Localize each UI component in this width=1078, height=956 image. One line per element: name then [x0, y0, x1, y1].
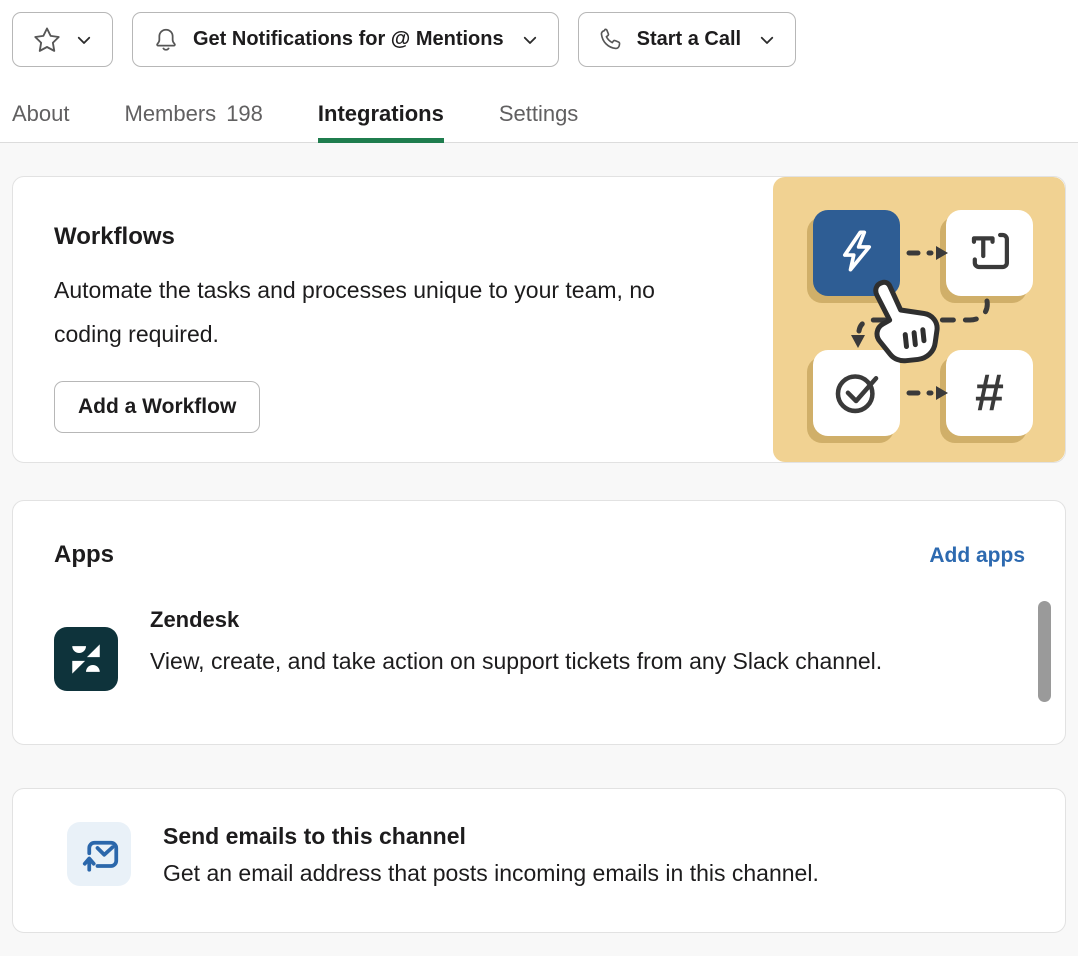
- chevron-down-icon: [758, 31, 776, 49]
- workflows-illustration: #: [773, 177, 1065, 462]
- star-channel-button[interactable]: [12, 12, 113, 67]
- channel-details-header: Get Notifications for @ Mentions Start a…: [0, 0, 1078, 143]
- phone-icon: [598, 27, 624, 53]
- tab-settings[interactable]: Settings: [499, 97, 579, 142]
- start-call-button[interactable]: Start a Call: [578, 12, 796, 67]
- star-icon: [32, 25, 62, 55]
- send-emails-title: Send emails to this channel: [163, 823, 819, 850]
- apps-scrollbar-thumb[interactable]: [1038, 601, 1051, 702]
- start-call-button-label: Start a Call: [637, 28, 741, 51]
- tab-about[interactable]: About: [12, 97, 70, 142]
- workflows-card: Workflows Automate the tasks and process…: [12, 176, 1066, 463]
- apps-title: Apps: [54, 541, 114, 569]
- notifications-button[interactable]: Get Notifications for @ Mentions: [132, 12, 559, 67]
- zendesk-logo-icon: [54, 627, 118, 691]
- tab-bar: About Members198 Integrations Settings: [0, 97, 1078, 143]
- integrations-panel: Workflows Automate the tasks and process…: [0, 143, 1078, 933]
- notifications-button-label: Get Notifications for @ Mentions: [193, 28, 504, 51]
- send-emails-description: Get an email address that posts incoming…: [163, 860, 819, 887]
- email-in-icon: [67, 822, 131, 886]
- app-name: Zendesk: [150, 607, 990, 633]
- send-emails-card[interactable]: Send emails to this channel Get an email…: [12, 788, 1066, 933]
- members-count: 198: [226, 101, 263, 126]
- tab-members[interactable]: Members198: [125, 97, 263, 142]
- toolbar: Get Notifications for @ Mentions Start a…: [0, 0, 1078, 67]
- app-list-item-zendesk[interactable]: Zendesk View, create, and take action on…: [54, 601, 1025, 691]
- cursor-hand-icon: [844, 266, 958, 380]
- app-description: View, create, and take action on support…: [150, 639, 990, 683]
- tab-integrations[interactable]: Integrations: [318, 97, 444, 142]
- bell-icon: [152, 26, 180, 54]
- chevron-down-icon: [521, 31, 539, 49]
- apps-scroll-region[interactable]: Zendesk View, create, and take action on…: [54, 601, 1025, 705]
- add-apps-link[interactable]: Add apps: [929, 544, 1025, 568]
- workflows-description: Automate the tasks and processes unique …: [54, 268, 693, 356]
- add-workflow-button[interactable]: Add a Workflow: [54, 381, 260, 433]
- apps-card: Apps Add apps Zendesk View, create, and …: [12, 500, 1066, 745]
- chevron-down-icon: [75, 31, 93, 49]
- workflows-title: Workflows: [54, 223, 693, 251]
